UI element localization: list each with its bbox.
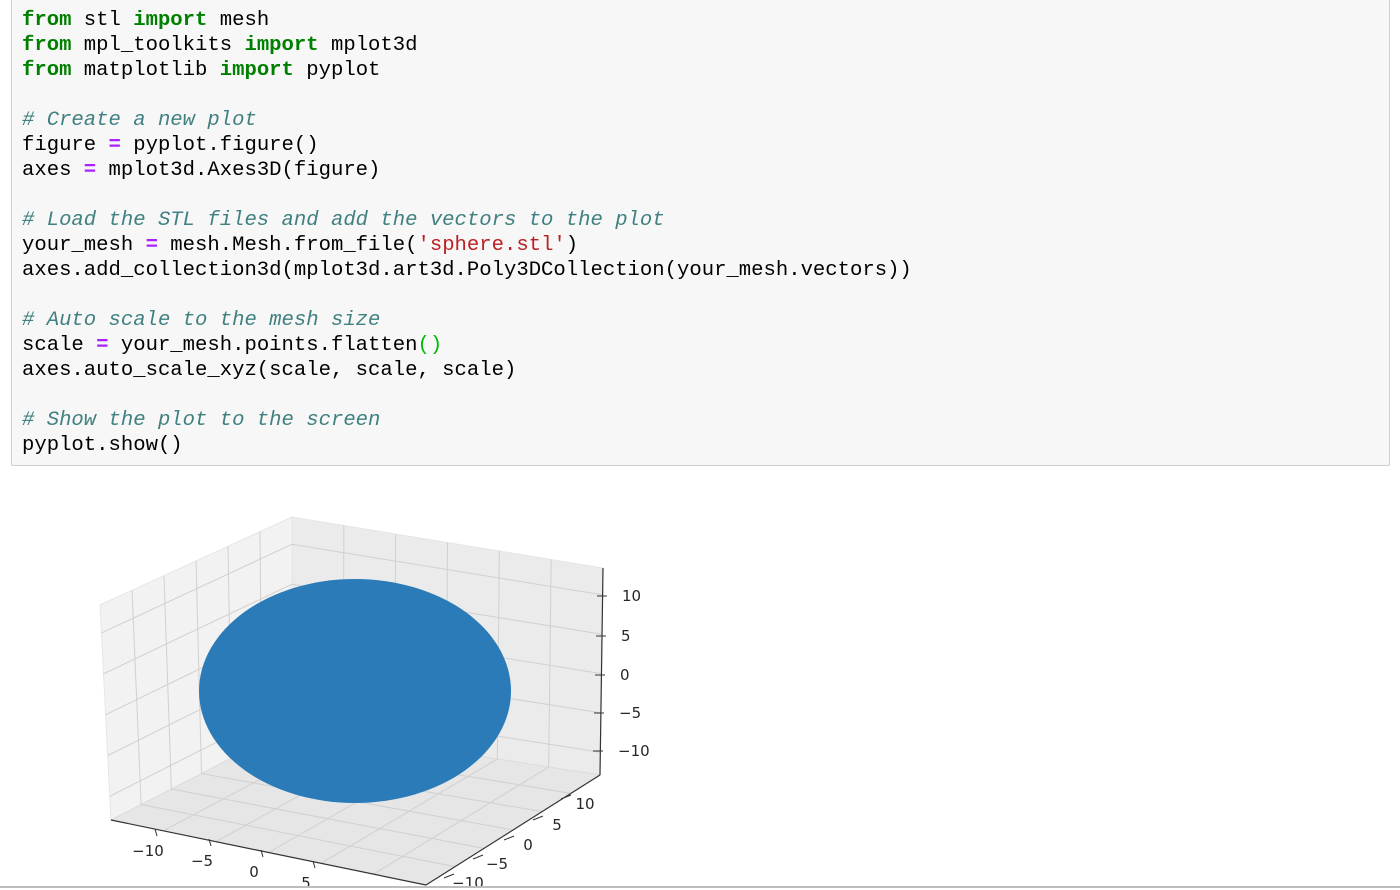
code-token: mplot3d — [318, 34, 418, 57]
y-tick-label: 0 — [523, 836, 533, 854]
y-tick — [503, 835, 515, 841]
code-token: mpl_toolkits — [71, 34, 245, 57]
cell-divider — [0, 886, 1400, 888]
code-token: = — [145, 234, 158, 257]
z-tick-label: 10 — [622, 587, 641, 605]
code-token: import — [133, 9, 208, 32]
code-token: figure — [22, 134, 109, 157]
code-token: ) — [565, 234, 579, 257]
code-token: from — [22, 59, 72, 82]
code-token: from — [22, 9, 72, 32]
code-line: # Show the plot to the screen — [22, 408, 912, 433]
code-token: your_mesh — [22, 234, 146, 257]
code-line: your_mesh = mesh.Mesh.from_file('sphere.… — [22, 233, 912, 258]
code-token: import — [244, 34, 319, 57]
code-token: 'sphere.stl' — [417, 234, 566, 257]
code-editor[interactable]: from stl import mesh from mpl_toolkits im… — [22, 8, 912, 458]
y-tick — [472, 854, 484, 860]
code-token: mesh — [207, 9, 270, 32]
code-token: () — [417, 334, 443, 357]
code-token: from — [22, 34, 72, 57]
z-tick-label: 5 — [621, 627, 631, 645]
code-line: from matplotlib import pyplot — [22, 58, 912, 83]
code-token: matplotlib — [71, 59, 220, 82]
code-token: your_mesh.points.flatten — [108, 334, 418, 357]
code-line: figure = pyplot.figure() — [22, 133, 912, 158]
code-line: # Load the STL files and add the vectors… — [22, 208, 912, 233]
code-line: from stl import mesh — [22, 8, 912, 33]
code-token: axes.add_collection3d(mplot3d.art3d.Poly… — [22, 259, 912, 282]
z-tick-label: −10 — [618, 742, 650, 760]
code-line: axes = mplot3d.Axes3D(figure) — [22, 158, 912, 183]
output-area: 10 5 0 −5 −10 10 5 0 −5 −10 −10 −5 0 5 — [0, 466, 1400, 890]
notebook-view: from stl import mesh from mpl_toolkits im… — [0, 0, 1400, 890]
code-token: # Auto scale to the mesh size — [22, 309, 381, 332]
x-tick-label: −5 — [191, 852, 213, 870]
code-token: pyplot — [293, 59, 381, 82]
code-line: axes.auto_scale_xyz(scale, scale, scale) — [22, 358, 912, 383]
code-token: mplot3d.Axes3D(figure) — [96, 159, 381, 182]
code-line: axes.add_collection3d(mplot3d.art3d.Poly… — [22, 258, 912, 283]
code-cell[interactable]: from stl import mesh from mpl_toolkits im… — [11, 0, 1390, 466]
code-token: = — [83, 159, 97, 182]
code-token: # Load the STL files and add the vectors… — [22, 209, 665, 232]
code-token: pyplot.figure() — [120, 134, 319, 157]
z-tick-label: 0 — [620, 666, 630, 684]
z-tick-label: −5 — [619, 704, 641, 722]
x-tick-label: −10 — [132, 842, 164, 860]
code-token: import — [219, 59, 294, 82]
code-line: pyplot.show() — [22, 433, 912, 458]
code-token: # Show the plot to the screen — [22, 409, 381, 432]
plot-3d: 1050−5−101050−5−10−10−505 — [99, 516, 650, 890]
code-token: axes.auto_scale_xyz(scale, scale, scale) — [22, 359, 517, 382]
code-line: scale = your_mesh.points.flatten() — [22, 333, 912, 358]
y-tick-label: 10 — [575, 795, 594, 813]
sphere-mesh — [199, 579, 511, 803]
code-token: scale — [22, 334, 97, 357]
code-token: axes — [22, 159, 84, 182]
x-tick-label: 0 — [249, 863, 259, 881]
code-token: stl — [71, 9, 134, 32]
y-tick-label: −5 — [486, 855, 508, 873]
code-token: = — [108, 134, 121, 157]
code-token: = — [96, 334, 109, 357]
y-tick-label: 5 — [552, 816, 562, 834]
code-line: from mpl_toolkits import mplot3d — [22, 33, 912, 58]
code-token: pyplot.show() — [22, 434, 183, 457]
code-token: # Create a new plot — [22, 109, 257, 132]
code-line: # Create a new plot — [22, 108, 912, 133]
x-tick — [154, 828, 158, 837]
code-token: mesh.Mesh.from_file( — [157, 234, 418, 257]
code-line: # Auto scale to the mesh size — [22, 308, 912, 333]
